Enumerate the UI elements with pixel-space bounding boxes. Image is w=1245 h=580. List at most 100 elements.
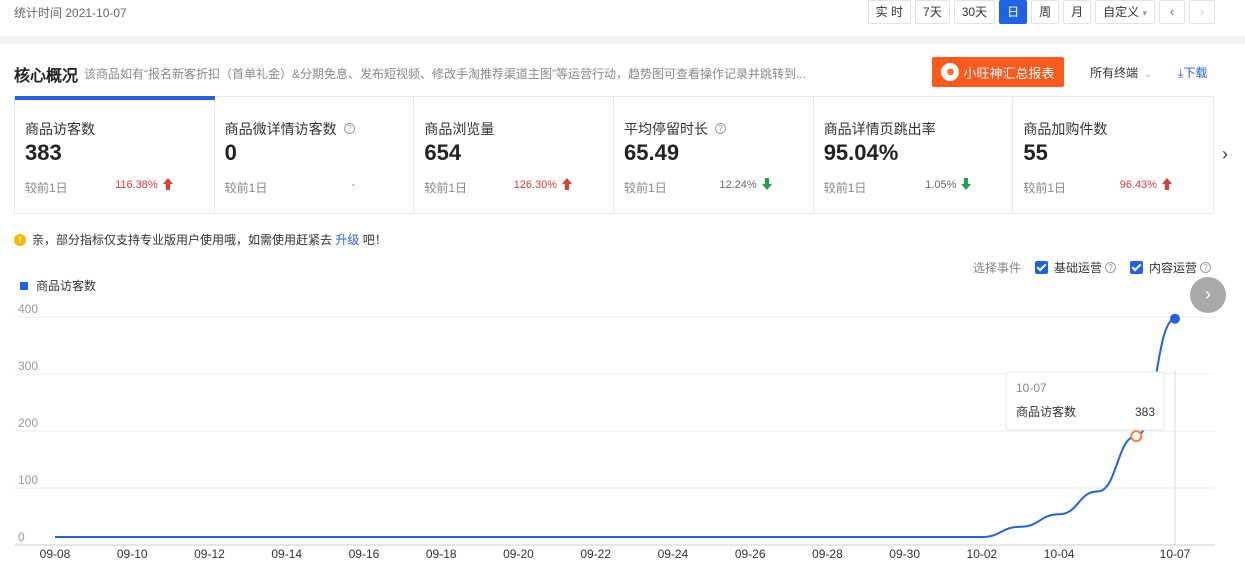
section-description: 该商品如有“报名新客折扣（首单礼金）&分期免息、发布短视频、修改手淘推荐渠道主图… xyxy=(84,67,807,81)
arrow-down-icon xyxy=(961,178,972,190)
x-tick-label: 09-16 xyxy=(349,547,380,561)
metric-card[interactable]: 商品访客数 383 较前1日 116.38% xyxy=(15,96,215,213)
section-divider xyxy=(0,36,1245,44)
metric-cards: 商品访客数 383 较前1日 116.38% 商品微详情访客数? 0 较前1日 - 商品浏览量 6… xyxy=(14,96,1214,214)
x-tick-label: 09-08 xyxy=(40,547,71,561)
upgrade-notice: ! 亲，部分指标仅支持专业版用户使用哦，如需使用赶紧去 升级 吧！ xyxy=(14,231,387,248)
range-30d-button[interactable]: 30天 xyxy=(953,0,996,24)
x-tick-label: 09-24 xyxy=(658,547,689,561)
help-icon: ? xyxy=(1200,262,1212,273)
metric-value: 95.04% xyxy=(823,140,899,165)
arrow-up-icon xyxy=(1162,178,1173,190)
range-month-button[interactable]: 月 xyxy=(1063,0,1092,24)
metric-change: 96.43% xyxy=(1119,179,1158,191)
top-bar: 统计时间 2021-10-07 实 时 7天 30天 日 周 月 自定义 ▾ ‹… xyxy=(0,0,1245,36)
tooltip-label: 商品访客数 xyxy=(1016,404,1076,419)
x-tick-label: 09-28 xyxy=(812,547,843,561)
data-point[interactable] xyxy=(1170,313,1180,324)
metric-compare-label: 较前1日 xyxy=(823,181,867,195)
y-tick-label: 0 xyxy=(18,530,25,544)
legend-swatch xyxy=(20,281,28,290)
metric-value: 0 xyxy=(224,140,237,165)
x-tick-label: 09-30 xyxy=(889,547,920,561)
metric-compare-label: 较前1日 xyxy=(224,181,268,195)
arrow-up-icon xyxy=(562,178,573,190)
event-basic-checkbox[interactable]: 基础运营? xyxy=(1035,259,1117,276)
y-tick-label: 300 xyxy=(18,359,38,373)
x-tick-label: 09-26 xyxy=(735,547,766,561)
core-overview-header: 核心概况 该商品如有“报名新客折扣（首单礼金）&分期免息、发布短视频、修改手淘推… xyxy=(0,44,1245,96)
help-icon: ? xyxy=(1105,262,1117,273)
event-selector: 选择事件 基础运营? 内容运营? xyxy=(973,259,1212,276)
range-realtime-button[interactable]: 实 时 xyxy=(867,0,912,24)
arrow-down-icon xyxy=(761,178,772,190)
checkbox-checked-icon xyxy=(1130,261,1144,274)
range-week-button[interactable]: 周 xyxy=(1031,0,1060,24)
terminal-select[interactable]: 所有终端 ⌄ xyxy=(1090,64,1152,81)
metric-value: 65.49 xyxy=(624,140,680,165)
metric-value: 55 xyxy=(1023,140,1048,165)
range-custom-button[interactable]: 自定义 ▾ xyxy=(1095,0,1155,24)
arrow-up-icon xyxy=(162,178,173,190)
metric-card[interactable]: 商品加购件数 55 较前1日 96.43% xyxy=(1013,97,1213,213)
chevron-left-icon: ‹ xyxy=(1169,4,1175,19)
upgrade-link[interactable]: 升级 xyxy=(335,233,359,247)
chart-tooltip: 10-07 商品访客数 383 xyxy=(1005,371,1165,431)
trend-line-chart[interactable]: 0 100 200 300 400 09-08 09-10 09-12 09-14 09-16 09… xyxy=(0,290,1245,580)
metric-value: 383 xyxy=(25,140,62,165)
x-tick-label: 10-04 xyxy=(1044,547,1075,561)
metric-compare-label: 较前1日 xyxy=(624,181,667,195)
metric-change: 1.05% xyxy=(925,179,957,191)
metric-card[interactable]: 平均停留时长? 65.49 较前1日 12.24% xyxy=(614,97,814,213)
checkbox-checked-icon xyxy=(1035,261,1049,274)
x-tick-label: 09-18 xyxy=(426,547,457,561)
chevron-right-icon: › xyxy=(1222,144,1228,164)
x-tick-label: 09-14 xyxy=(271,547,302,561)
chevron-right-icon: › xyxy=(1205,284,1211,304)
help-icon[interactable]: ? xyxy=(343,123,355,134)
metric-card[interactable]: 商品浏览量 654 较前1日 126.30% xyxy=(414,97,615,213)
x-tick-label: 09-12 xyxy=(194,547,225,561)
chevron-right-icon: › xyxy=(1199,4,1205,19)
x-tick-label: 10-02 xyxy=(967,547,998,561)
range-7d-button[interactable]: 7天 xyxy=(915,0,950,24)
metric-compare-label: 较前1日 xyxy=(424,181,468,195)
metric-label: 商品微详情访客数 xyxy=(224,121,337,137)
metric-change: - xyxy=(351,179,356,191)
range-day-button[interactable]: 日 xyxy=(999,0,1028,24)
chevron-down-icon: ⌄ xyxy=(1144,69,1153,80)
event-selector-label: 选择事件 xyxy=(973,261,1022,275)
y-tick-label: 400 xyxy=(18,302,38,316)
y-tick-label: 200 xyxy=(18,416,38,430)
x-tick-label: 09-10 xyxy=(117,547,148,561)
metric-change: 126.30% xyxy=(513,179,558,191)
help-icon[interactable]: ? xyxy=(715,123,727,134)
tooltip-value: 383 xyxy=(1135,405,1155,419)
metric-card[interactable]: 商品微详情访客数? 0 较前1日 - xyxy=(215,97,415,213)
info-icon: ! xyxy=(14,233,26,246)
next-date-button[interactable]: › xyxy=(1189,0,1215,24)
metric-change: 12.24% xyxy=(719,179,757,191)
y-tick-label: 100 xyxy=(18,473,38,487)
section-title: 核心概况 xyxy=(14,68,79,85)
metric-label: 商品加购件数 xyxy=(1023,121,1108,137)
metric-card[interactable]: 商品详情页跳出率 95.04% 较前1日 1.05% xyxy=(814,97,1014,213)
metric-label: 商品详情页跳出率 xyxy=(823,121,936,137)
metric-change: 116.38% xyxy=(115,179,158,191)
metric-label: 商品浏览量 xyxy=(424,121,495,137)
stat-time: 统计时间 2021-10-07 xyxy=(14,6,127,20)
tooltip-date: 10-07 xyxy=(1016,381,1047,395)
x-tick-label: 10-07 xyxy=(1160,547,1191,561)
summary-report-button[interactable]: ☻ 小旺神汇总报表 xyxy=(932,57,1064,87)
event-content-checkbox[interactable]: 内容运营? xyxy=(1130,259,1212,276)
metric-compare-label: 较前1日 xyxy=(1023,181,1067,195)
event-marker[interactable] xyxy=(1130,430,1143,443)
download-link[interactable]: ⤓下载 xyxy=(1178,64,1207,81)
metrics-next-button[interactable]: › xyxy=(1222,144,1228,165)
chevron-down-icon: ▾ xyxy=(1142,8,1147,18)
date-range-selector: 实 时 7天 30天 日 周 月 自定义 ▾ ‹ › xyxy=(867,0,1215,24)
prev-date-button[interactable]: ‹ xyxy=(1159,0,1185,24)
metric-label: 商品访客数 xyxy=(25,121,95,137)
x-tick-label: 09-20 xyxy=(503,547,534,561)
chart-next-button[interactable]: › xyxy=(1190,277,1226,313)
